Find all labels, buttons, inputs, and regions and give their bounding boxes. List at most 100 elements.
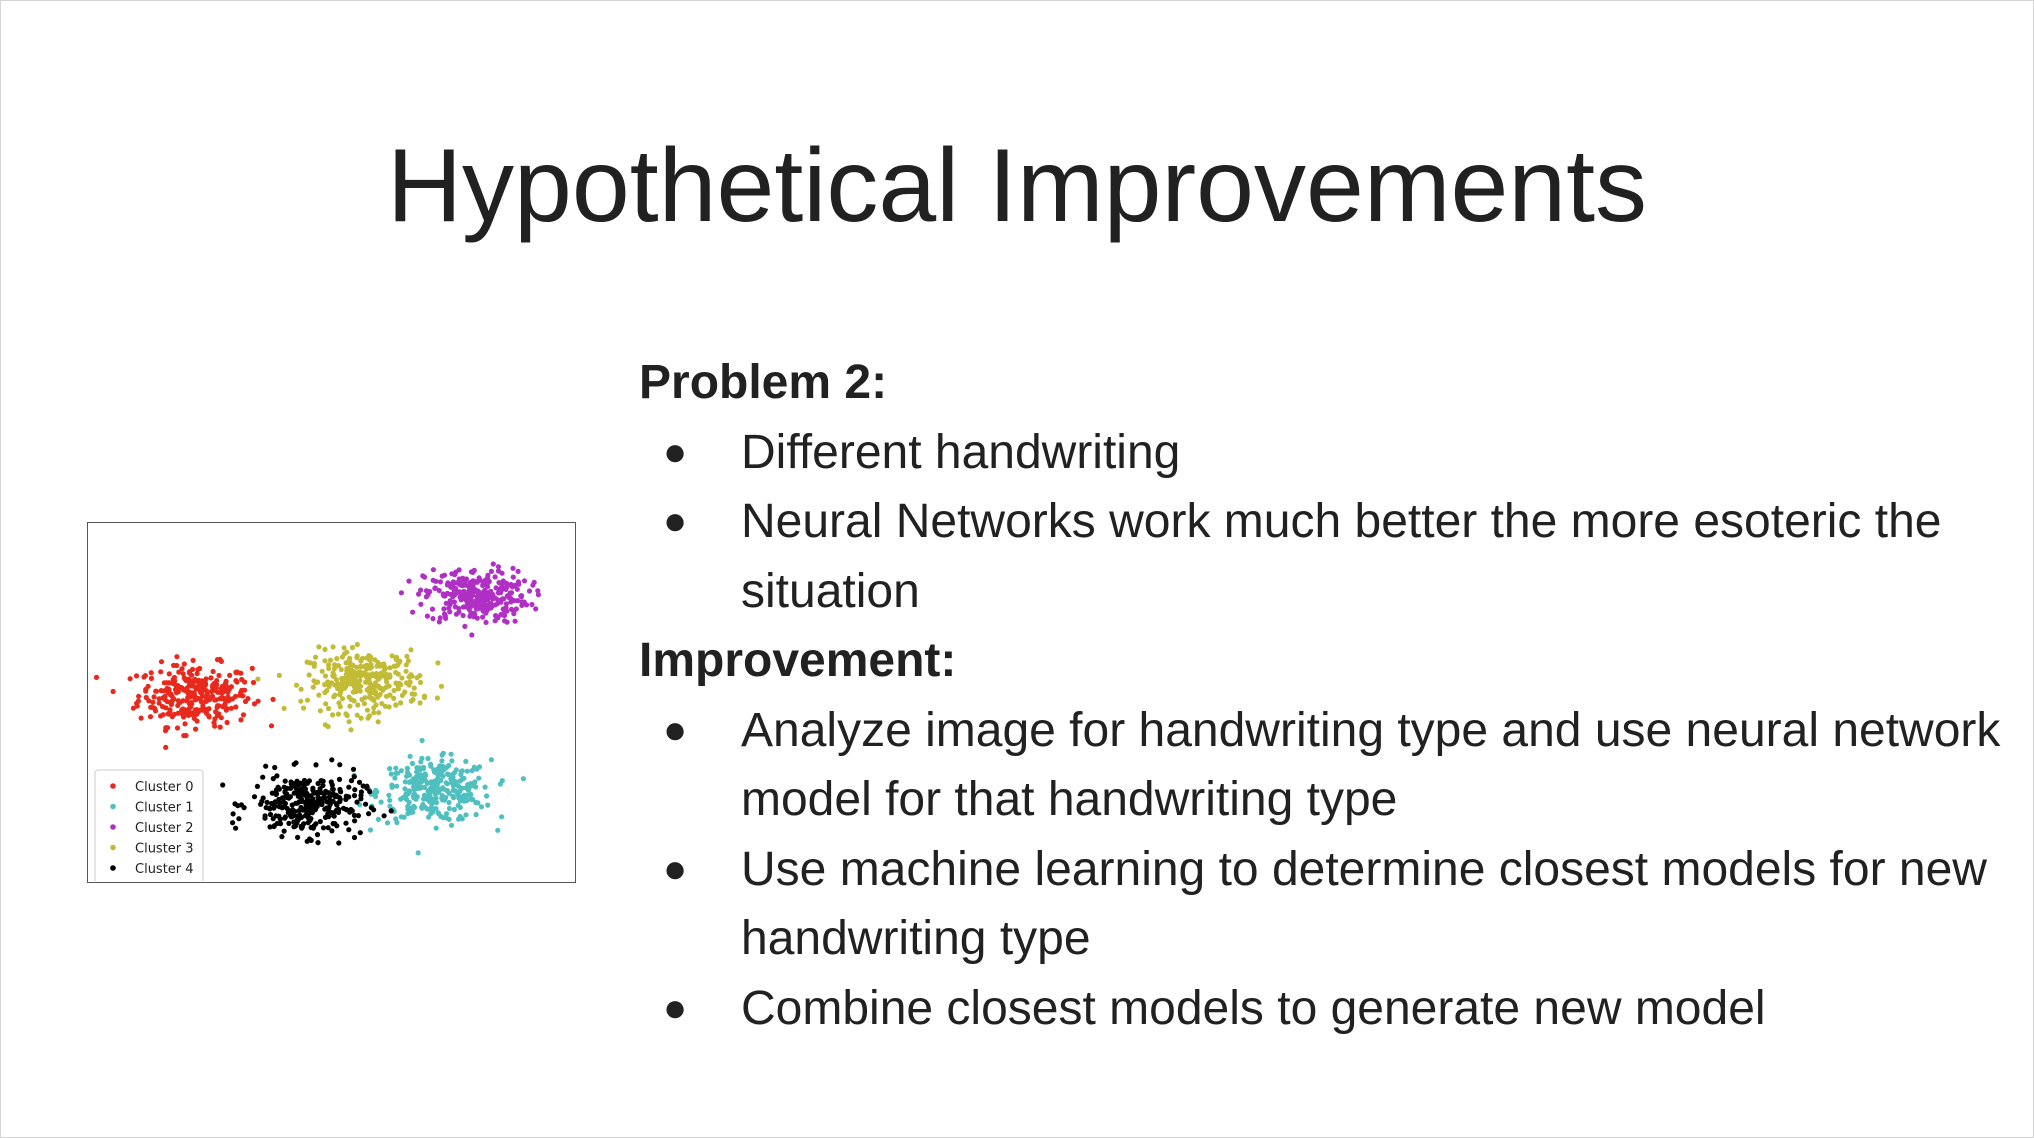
scatter-point <box>358 796 364 802</box>
scatter-point <box>350 679 356 685</box>
scatter-point <box>315 798 321 804</box>
scatter-point <box>452 591 459 597</box>
scatter-point <box>405 806 411 812</box>
scatter-point <box>473 587 479 593</box>
bullet-text: Use machine learning to determine closes… <box>741 842 1987 966</box>
scatter-point <box>358 715 364 721</box>
scatter-point <box>398 700 404 706</box>
scatter-point <box>158 669 164 675</box>
scatter-point <box>357 669 363 675</box>
scatter-point <box>428 785 434 791</box>
scatter-point <box>473 784 479 790</box>
scatter-svg: Cluster 0 Cluster 1 Cluster 2 Cluster 3 Clus… <box>93 561 541 881</box>
scatter-point <box>289 802 295 808</box>
scatter-point <box>482 587 488 594</box>
scatter-point <box>392 775 398 781</box>
scatter-point <box>404 773 410 779</box>
scatter-point <box>387 797 393 803</box>
scatter-point <box>310 785 316 791</box>
scatter-point <box>291 761 297 767</box>
scatter-point <box>317 708 323 714</box>
scatter-point <box>233 825 239 831</box>
scatter-point <box>327 657 334 663</box>
bullet-text: Neural Networks work much better the mor… <box>741 495 1942 618</box>
bullet-text: Different handwriting <box>741 425 1181 479</box>
scatter-point <box>395 683 401 689</box>
scatter-point <box>403 662 409 668</box>
scatter-point <box>354 655 360 661</box>
scatter-point <box>320 825 327 831</box>
scatter-point <box>424 613 430 619</box>
scatter-point <box>399 675 405 681</box>
scatter-series-1 <box>351 737 526 856</box>
scatter-point <box>282 815 288 821</box>
scatter-point <box>326 665 332 672</box>
scatter-point <box>361 701 368 707</box>
scatter-point <box>507 590 513 596</box>
scatter-point <box>196 677 202 683</box>
scatter-point <box>255 698 261 704</box>
scatter-point <box>230 820 236 826</box>
scatter-point <box>480 614 486 620</box>
scatter-point <box>436 587 442 594</box>
scatter-point <box>384 820 391 826</box>
scatter-point <box>421 694 427 701</box>
bullet-icon: ● <box>663 429 688 474</box>
scatter-point <box>417 679 424 685</box>
scatter-point <box>460 612 466 619</box>
scatter-point <box>291 824 297 830</box>
scatter-point <box>226 686 232 692</box>
scatter-point <box>381 663 387 670</box>
scatter-point <box>326 809 332 815</box>
scatter-point <box>377 691 383 698</box>
scatter-point <box>136 693 142 699</box>
scatter-point <box>386 704 392 710</box>
legend-label: Cluster 0 <box>135 780 194 795</box>
scatter-point <box>515 579 521 585</box>
scatter-point <box>313 762 319 768</box>
scatter-point <box>189 690 195 696</box>
scatter-point <box>348 696 354 703</box>
scatter-point <box>383 693 390 699</box>
scatter-point <box>203 698 210 704</box>
scatter-point <box>174 654 180 660</box>
scatter-point <box>343 793 349 799</box>
scatter-point <box>427 798 433 805</box>
scatter-point <box>348 778 355 784</box>
scatter-point <box>329 782 335 788</box>
scatter-point <box>367 827 374 833</box>
bullet-icon: ● <box>663 846 688 891</box>
scatter-point <box>269 790 275 796</box>
scatter-point <box>443 815 449 821</box>
scatter-point <box>206 713 212 719</box>
scatter-point <box>274 820 280 827</box>
scatter-point <box>470 600 477 606</box>
scatter-point <box>337 795 343 801</box>
scatter-point <box>171 674 178 681</box>
scatter-point <box>510 574 516 580</box>
scatter-point <box>148 670 154 676</box>
scatter-point <box>529 601 535 608</box>
scatter-point <box>406 682 412 688</box>
scatter-point <box>441 606 447 612</box>
scatter-point <box>376 710 382 716</box>
scatter-point <box>484 793 490 799</box>
scatter-point <box>373 787 379 793</box>
scatter-point <box>456 567 462 573</box>
scatter-point <box>194 718 200 724</box>
scatter-point <box>220 695 226 701</box>
scatter-point <box>449 775 455 781</box>
scatter-point <box>439 797 446 803</box>
scatter-point <box>218 686 224 692</box>
scatter-point <box>334 656 340 662</box>
scatter-point <box>443 600 449 606</box>
scatter-point <box>387 803 393 809</box>
scatter-point <box>302 813 309 819</box>
scatter-point <box>406 578 412 584</box>
scatter-point <box>344 649 350 655</box>
scatter-point <box>333 677 339 683</box>
scatter-point <box>430 567 436 573</box>
scatter-point <box>181 714 187 720</box>
scatter-point <box>310 684 316 690</box>
scatter-point <box>411 685 417 691</box>
